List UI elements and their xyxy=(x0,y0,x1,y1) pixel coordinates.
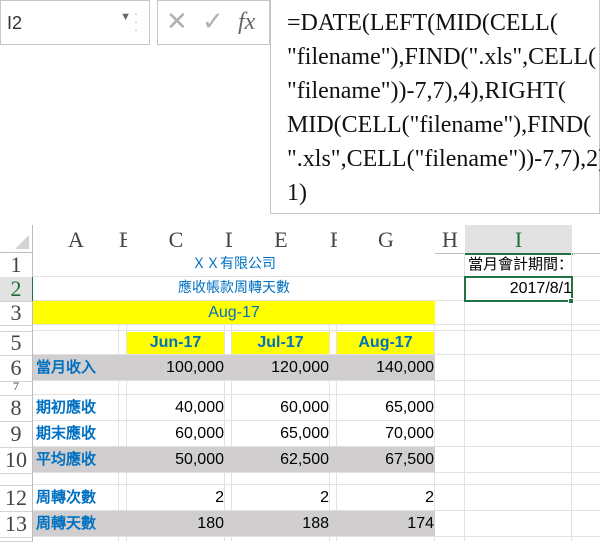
begin-ar-aug[interactable]: 65,000 xyxy=(337,395,440,420)
worksheet-grid[interactable]: A B C D E F G H I 1 2 3 5 6 7 8 9 10 12 … xyxy=(0,225,600,542)
formula-input[interactable]: =DATE(LEFT(MID(CELL( "filename"),FIND(".… xyxy=(270,0,600,214)
column-header-i[interactable]: I xyxy=(465,225,573,255)
turnover-aug[interactable]: 2 xyxy=(337,485,440,510)
row-header-8[interactable]: 8 xyxy=(0,395,33,422)
column-header-g[interactable]: G xyxy=(337,225,436,254)
column-header-a[interactable]: A xyxy=(33,225,120,254)
row-header-10[interactable]: 10 xyxy=(0,447,33,474)
select-all-corner[interactable] xyxy=(0,225,33,253)
period-banner[interactable]: Aug-17 xyxy=(33,301,435,324)
revenue-aug[interactable]: 140,000 xyxy=(337,355,440,380)
row-header-6[interactable]: 6 xyxy=(0,355,33,382)
label-revenue[interactable]: 當月收入 xyxy=(33,355,122,380)
fill-handle[interactable] xyxy=(568,298,574,304)
enter-icon[interactable]: ✓ xyxy=(202,7,224,37)
row-header-5[interactable]: 5 xyxy=(0,331,33,356)
row-header-3[interactable]: 3 xyxy=(0,301,33,326)
selected-cell-border xyxy=(464,276,573,302)
revenue-jul[interactable]: 120,000 xyxy=(232,355,335,380)
label-end-ar[interactable]: 期末應收 xyxy=(33,421,122,446)
name-box[interactable]: I2 ▼ xyxy=(0,0,150,45)
company-title[interactable]: ＸＸ有限公司 xyxy=(33,253,435,276)
days-jul[interactable]: 188 xyxy=(232,511,335,536)
label-begin-ar[interactable]: 期初應收 xyxy=(33,395,122,420)
row-header-9[interactable]: 9 xyxy=(0,421,33,448)
name-box-value: I2 xyxy=(7,13,23,33)
month-header-aug[interactable]: Aug-17 xyxy=(337,332,434,354)
turnover-jul[interactable]: 2 xyxy=(232,485,335,510)
label-days[interactable]: 周轉天數 xyxy=(33,511,122,536)
revenue-jun[interactable]: 100,000 xyxy=(127,355,230,380)
row-header-1[interactable]: 1 xyxy=(0,253,33,278)
report-title[interactable]: 應收帳款周轉天數 xyxy=(33,277,435,300)
avg-ar-jun[interactable]: 50,000 xyxy=(127,447,230,472)
month-header-jul[interactable]: Jul-17 xyxy=(232,332,329,354)
label-avg-ar[interactable]: 平均應收 xyxy=(33,447,122,472)
row-header-14[interactable] xyxy=(0,537,33,542)
column-header-e[interactable]: E xyxy=(232,225,331,254)
chevron-down-icon[interactable]: ▼ xyxy=(120,11,131,23)
drag-handle-icon[interactable]: · · · xyxy=(134,8,144,36)
column-header-h[interactable]: H xyxy=(435,225,466,254)
days-aug[interactable]: 174 xyxy=(337,511,440,536)
column-header-j[interactable] xyxy=(572,225,600,254)
avg-ar-jul[interactable]: 62,500 xyxy=(232,447,335,472)
end-ar-jul[interactable]: 65,000 xyxy=(232,421,335,446)
label-turnover[interactable]: 周轉次數 xyxy=(33,485,122,510)
insert-function-icon[interactable]: fx xyxy=(238,9,255,36)
end-ar-aug[interactable]: 70,000 xyxy=(337,421,440,446)
row-header-2[interactable]: 2 xyxy=(0,277,34,302)
period-label[interactable]: 當月會計期間： xyxy=(465,253,600,276)
cancel-icon[interactable]: ✕ xyxy=(166,7,188,37)
formula-buttons: ✕ ✓ fx xyxy=(157,0,270,45)
row-header-7[interactable]: 7 xyxy=(0,381,33,396)
row-header-13[interactable]: 13 xyxy=(0,511,33,538)
row-header-12[interactable]: 12 xyxy=(0,485,33,512)
turnover-jun[interactable]: 2 xyxy=(127,485,230,510)
begin-ar-jun[interactable]: 40,000 xyxy=(127,395,230,420)
avg-ar-aug[interactable]: 67,500 xyxy=(337,447,440,472)
month-header-jun[interactable]: Jun-17 xyxy=(127,332,224,354)
end-ar-jun[interactable]: 60,000 xyxy=(127,421,230,446)
days-jun[interactable]: 180 xyxy=(127,511,230,536)
begin-ar-jul[interactable]: 60,000 xyxy=(232,395,335,420)
column-header-c[interactable]: C xyxy=(127,225,226,254)
